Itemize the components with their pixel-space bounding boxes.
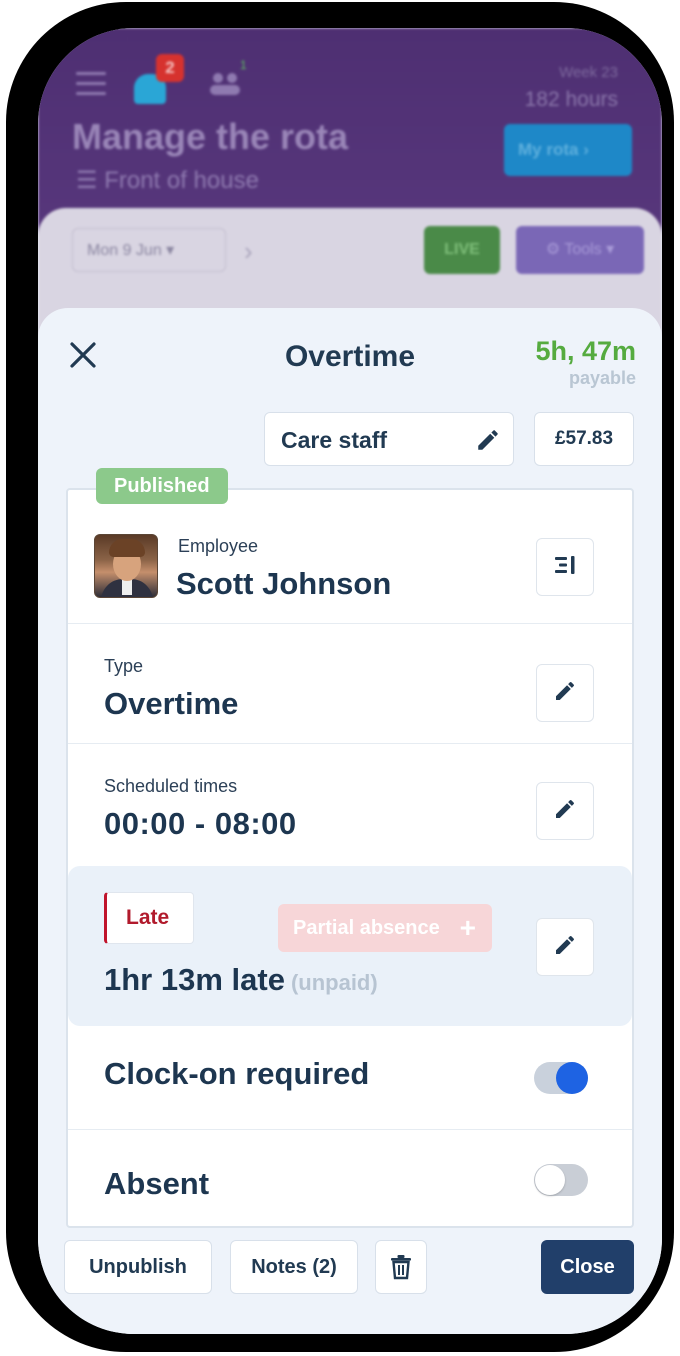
people-count: 1 [240, 58, 247, 72]
screen: 2 1 Week 23 182 hours Manage the rota ☰ … [38, 28, 662, 1334]
late-tag: Late [104, 892, 194, 944]
week-label: Week 23 [559, 64, 618, 81]
notification-badge: 2 [156, 54, 184, 82]
my-rota-button[interactable]: My rota › [504, 124, 632, 176]
absent-toggle[interactable] [534, 1164, 588, 1196]
tools-label: Tools [564, 241, 602, 258]
avatar [94, 534, 158, 598]
payable-label: payable [568, 368, 636, 388]
close-button[interactable]: Close [541, 1240, 634, 1294]
cost-value[interactable]: £57.83 [534, 412, 634, 466]
payable-value: 5h, 47m [535, 336, 636, 366]
employee-name: Scott Johnson [176, 566, 392, 601]
date-picker[interactable]: Mon 9 Jun ▾ [72, 228, 226, 272]
pencil-icon [553, 933, 577, 962]
live-badge[interactable]: LIVE [424, 226, 500, 274]
hours-label: 182 hours [524, 88, 618, 111]
edit-type-button[interactable] [536, 664, 594, 722]
clock-on-toggle[interactable] [534, 1062, 588, 1094]
menu-icon[interactable] [76, 72, 106, 96]
phone-frame: 2 1 Week 23 182 hours Manage the rota ☰ … [6, 2, 674, 1352]
late-value: 1hr 13m late (unpaid) [104, 962, 378, 998]
pencil-icon [553, 679, 577, 708]
scheduled-label: Scheduled times [104, 776, 238, 796]
type-row: Type Overtime [68, 624, 632, 744]
role-selector[interactable]: Care staff [264, 412, 514, 466]
shift-details-card: Employee Scott Johnson Type Overtime Sch… [66, 488, 634, 1228]
scheduled-value: 00:00 - 08:00 [104, 806, 297, 841]
partial-absence-button[interactable]: Partial absence + [278, 904, 492, 952]
pencil-icon [475, 427, 501, 458]
location-label: Front of house [104, 167, 259, 194]
notes-button[interactable]: Notes (2) [230, 1240, 358, 1294]
my-rota-label: My rota [518, 140, 579, 159]
employee-label: Employee [178, 536, 259, 556]
edit-times-button[interactable] [536, 782, 594, 840]
people-icon[interactable] [208, 70, 242, 100]
next-week-icon[interactable]: › [244, 236, 253, 267]
unpublish-button[interactable]: Unpublish [64, 1240, 212, 1294]
late-duration: 1hr 13m late [104, 962, 285, 997]
clock-on-row: Clock-on required [68, 1026, 632, 1130]
location-subtitle[interactable]: ☰ Front of house [76, 166, 259, 195]
plus-icon: + [459, 912, 476, 943]
tools-button[interactable]: ⚙ Tools ▾ [516, 226, 644, 274]
edit-late-button[interactable] [536, 918, 594, 976]
employee-row: Employee Scott Johnson [68, 490, 632, 624]
scheduled-row: Scheduled times 00:00 - 08:00 [68, 744, 632, 866]
shift-modal: Overtime 5h, 47m payable Care staff £57.… [38, 308, 662, 1334]
type-value: Overtime [104, 686, 239, 721]
list-icon [553, 554, 577, 581]
date-label: Mon 9 Jun [87, 242, 162, 259]
type-label: Type [104, 656, 144, 676]
status-badge: Published [96, 468, 228, 504]
partial-absence-label: Partial absence [293, 917, 440, 939]
absent-row: Absent [68, 1130, 632, 1226]
page-title: Manage the rota [72, 116, 349, 157]
delete-button[interactable] [375, 1240, 427, 1294]
employee-details-button[interactable] [536, 538, 594, 596]
clock-on-label: Clock-on required [104, 1056, 370, 1091]
pencil-icon [553, 797, 577, 826]
absent-label: Absent [104, 1166, 210, 1201]
role-label: Care staff [281, 427, 388, 453]
trash-icon [390, 1255, 412, 1285]
late-note: (unpaid) [290, 970, 378, 995]
